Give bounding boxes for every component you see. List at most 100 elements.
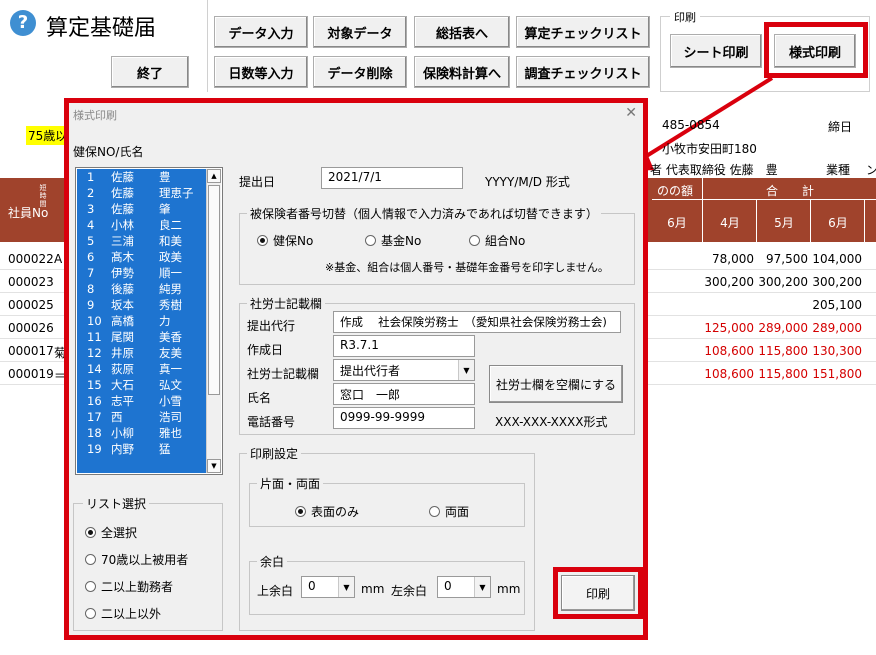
phone-input[interactable]: 0999-99-9999 xyxy=(333,407,475,429)
list-item[interactable]: 15 大石 弘文 xyxy=(77,377,208,393)
radio-dot[interactable] xyxy=(257,235,268,246)
left-margin-select[interactable]: 0 ▼ xyxy=(437,576,491,598)
header-rule xyxy=(702,178,703,242)
row-june: 300,200 xyxy=(812,275,862,289)
radio-dot[interactable] xyxy=(85,527,96,538)
list-item[interactable]: 16 志平 小雪 xyxy=(77,393,208,409)
row-june: 104,000 xyxy=(812,252,862,266)
radio-double-side[interactable]: 両面 xyxy=(429,503,469,520)
list-item[interactable]: 1 佐藤 豊 xyxy=(77,169,208,185)
list-item[interactable]: 9 坂本 秀樹 xyxy=(77,297,208,313)
row-employee-id: 000025 xyxy=(8,298,54,312)
submit-date-input[interactable]: 2021/7/1 xyxy=(321,167,463,189)
list-item[interactable]: 8 後藤 純男 xyxy=(77,281,208,297)
employee-surname: 髙木 xyxy=(111,250,134,264)
insured-note: ※基金、組合は個人番号・基礎年金番号を印字しません。 xyxy=(325,261,609,274)
row-may: 300,200 xyxy=(758,275,808,289)
list-item[interactable]: 17 西 浩司 xyxy=(77,409,208,425)
employee-surname: 伊勢 xyxy=(111,266,134,280)
sr-field-select[interactable]: 提出代行者 ▼ xyxy=(333,359,475,381)
row-may: 97,500 xyxy=(766,252,808,266)
sides-frame-label: 片面・両面 xyxy=(257,475,324,492)
radio-select-other[interactable]: 二以上以外 xyxy=(85,605,161,622)
employee-no: 12 xyxy=(87,346,102,360)
list-item[interactable]: 19 内野 猛 xyxy=(77,441,208,457)
employee-surname: 坂本 xyxy=(111,298,134,312)
employee-surname: 後藤 xyxy=(111,282,134,296)
employee-given-name: 小雪 xyxy=(159,394,182,408)
radio-select-multi[interactable]: 二以上勤務者 xyxy=(85,578,173,595)
radio-select-all[interactable]: 全選択 xyxy=(85,524,137,541)
radio-dot[interactable] xyxy=(429,506,440,517)
sr-field-label: 社労士記載欄 xyxy=(247,367,320,381)
employee-no: 9 xyxy=(87,298,95,312)
top-margin-select[interactable]: 0 ▼ xyxy=(301,576,355,598)
postal-code: 485-0854 xyxy=(662,118,720,132)
employee-no: 7 xyxy=(87,266,95,280)
employee-no: 1 xyxy=(87,170,95,184)
radio-dot[interactable] xyxy=(85,608,96,619)
scroll-up-icon[interactable]: ▲ xyxy=(207,169,221,183)
radio-kumiai[interactable]: 組合No xyxy=(469,232,525,249)
employee-no: 8 xyxy=(87,282,95,296)
row-june: 151,800 xyxy=(812,367,862,381)
form-print-dialog: 様式印刷 ✕ 健保NO/氏名 1 佐藤豊 2 佐藤 理恵子 3 佐藤肇 4 小林 良二 5 三浦 和美 6… xyxy=(64,98,648,640)
address: 小牧市安田町180 xyxy=(662,142,757,156)
name-input[interactable]: 窓口 一郎 xyxy=(333,383,475,405)
row-employee-id: 000023 xyxy=(8,275,54,289)
left-margin-label: 左余白 xyxy=(391,584,428,598)
list-label: 健保NO/氏名 xyxy=(73,145,144,159)
radio-dot[interactable] xyxy=(85,554,96,565)
select-all-label: 全選択 xyxy=(101,526,138,540)
list-item[interactable]: 18 小柳 雅也 xyxy=(77,425,208,441)
employee-surname: 小林 xyxy=(111,218,134,232)
employee-surname: 佐藤 xyxy=(111,186,134,200)
radio-kikin[interactable]: 基金No xyxy=(365,232,421,249)
close-icon[interactable]: ✕ xyxy=(625,105,637,121)
radio-dot[interactable] xyxy=(295,506,306,517)
row-june: 205,100 xyxy=(812,298,862,312)
radio-dot[interactable] xyxy=(85,581,96,592)
clear-sr-button[interactable]: 社労士欄を空欄にする xyxy=(489,365,623,403)
employee-no: 19 xyxy=(87,442,102,456)
list-item[interactable]: 5 三浦 和美 xyxy=(77,233,208,249)
list-scrollbar[interactable]: ▲ ▼ xyxy=(206,169,221,473)
list-item[interactable]: 12 井原 友美 xyxy=(77,345,208,361)
chevron-down-icon[interactable]: ▼ xyxy=(458,360,474,380)
employee-surname: 西 xyxy=(111,410,123,424)
select-multi-label: 二以上勤務者 xyxy=(101,580,174,594)
employee-given-name: 力 xyxy=(159,314,171,328)
chevron-down-icon[interactable]: ▼ xyxy=(474,577,490,597)
list-item[interactable]: 4 小林 良二 xyxy=(77,217,208,233)
scroll-down-icon[interactable]: ▼ xyxy=(207,459,221,473)
list-item[interactable]: 2 佐藤 理恵子 xyxy=(77,185,208,201)
row-employee-id: 000017 xyxy=(8,344,54,358)
agent-input[interactable]: 作成 社会保険労務士 （愛知県社会保険労務士会) xyxy=(333,311,621,333)
radio-select-70[interactable]: 70歳以上被用者 xyxy=(85,551,188,568)
employee-given-name: 浩司 xyxy=(159,410,182,424)
radio-kenpo[interactable]: 健保No xyxy=(257,232,313,249)
employee-no: 17 xyxy=(87,410,102,424)
employee-surname: 佐藤 xyxy=(111,170,134,184)
list-item[interactable]: 6 髙木 政美 xyxy=(77,249,208,265)
phone-format-hint: XXX-XXX-XXXX形式 xyxy=(495,415,608,429)
col-short-time: 短時間 xyxy=(39,184,47,208)
list-item[interactable]: 3 佐藤 肇 xyxy=(77,201,208,217)
list-item[interactable]: 11 尾関 美香 xyxy=(77,329,208,345)
employee-surname: 高橋 xyxy=(111,314,134,328)
employee-no: 15 xyxy=(87,378,102,392)
insured-frame-label: 被保険者番号切替（個人情報で入力済みであれば切替できます） xyxy=(247,205,601,222)
list-item[interactable]: 14 荻原 真一 xyxy=(77,361,208,377)
list-item[interactable]: 7 伊勢 順一 xyxy=(77,265,208,281)
created-date-input[interactable]: R3.7.1 xyxy=(333,335,475,357)
industry-tail: ン xyxy=(866,163,876,177)
chevron-down-icon[interactable]: ▼ xyxy=(338,577,354,597)
employee-listbox[interactable]: 1 佐藤豊 2 佐藤 理恵子 3 佐藤肇 4 小林 良二 5 三浦 和美 6 髙木 政美 7 伊勢 順一 8 後藤 純男 9… xyxy=(75,167,223,475)
radio-dot[interactable] xyxy=(469,235,480,246)
list-item[interactable]: 10 高橋 力 xyxy=(77,313,208,329)
radio-dot[interactable] xyxy=(365,235,376,246)
employee-list[interactable]: 1 佐藤豊 2 佐藤 理恵子 3 佐藤肇 4 小林 良二 5 三浦 和美 6 髙木 政美 7 伊勢 順一 8 後藤 純男 9… xyxy=(77,169,208,473)
row-june: 130,300 xyxy=(812,344,862,358)
radio-single-side[interactable]: 表面のみ xyxy=(295,503,359,520)
scroll-thumb[interactable] xyxy=(208,185,220,395)
